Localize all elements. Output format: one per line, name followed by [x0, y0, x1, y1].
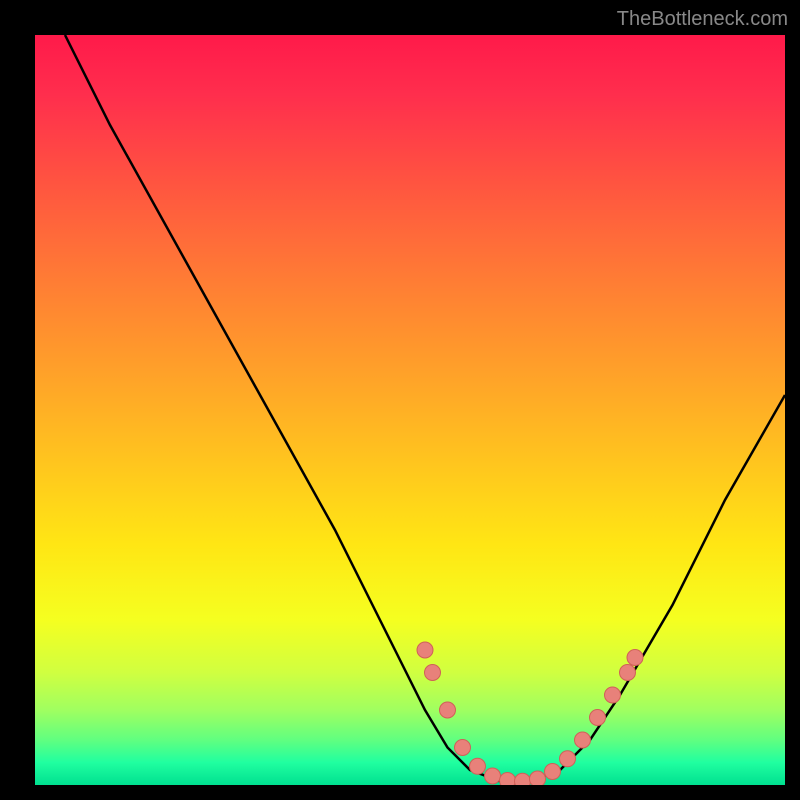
highlight-dot	[575, 732, 591, 748]
highlight-dot	[590, 710, 606, 726]
highlight-dot	[440, 702, 456, 718]
highlight-dot	[500, 773, 516, 786]
highlight-dot	[605, 687, 621, 703]
chart-svg	[35, 35, 785, 785]
highlight-dot	[620, 665, 636, 681]
highlight-dot	[627, 650, 643, 666]
chart-container	[35, 35, 785, 785]
highlight-dot	[560, 751, 576, 767]
highlight-dot	[470, 758, 486, 774]
highlight-dot	[425, 665, 441, 681]
highlight-dot	[545, 764, 561, 780]
highlight-dot	[485, 768, 501, 784]
highlight-dot	[530, 771, 546, 785]
highlight-dot	[417, 642, 433, 658]
watermark-text: TheBottleneck.com	[617, 8, 788, 31]
highlight-dot	[515, 773, 531, 785]
highlight-dot	[455, 740, 471, 756]
